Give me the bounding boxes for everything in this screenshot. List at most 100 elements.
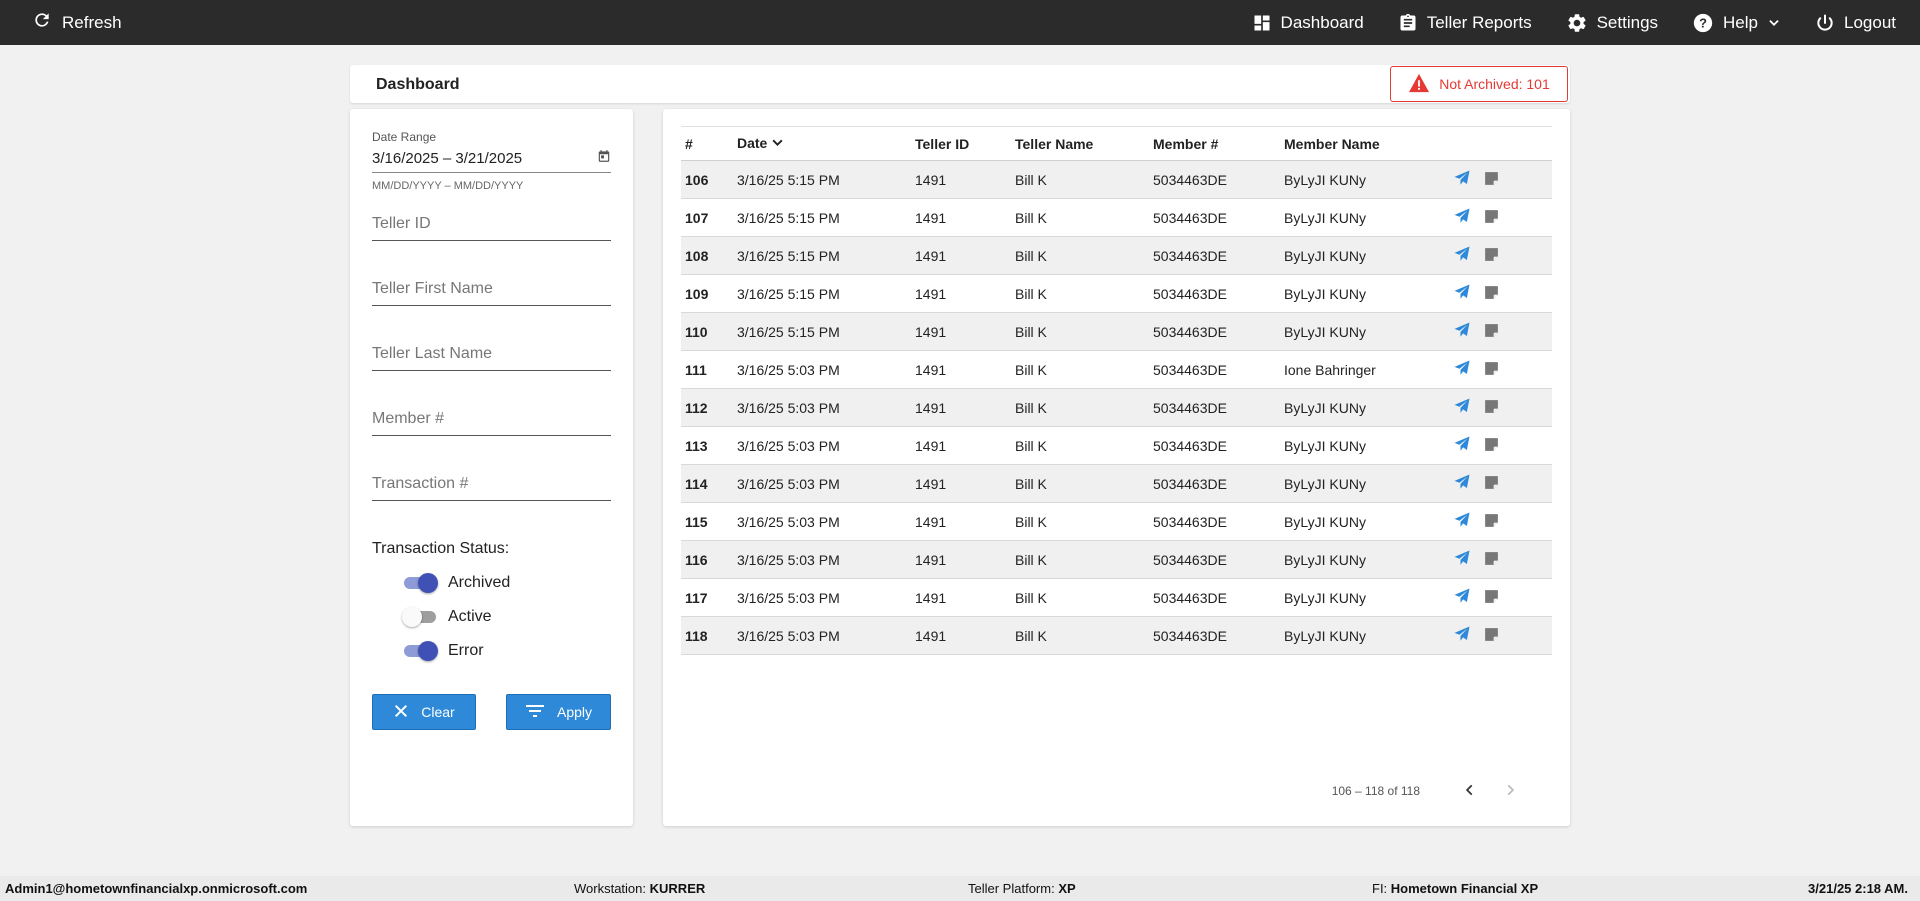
note-icon[interactable] <box>1483 436 1500 453</box>
nav-teller-reports[interactable]: Teller Reports <box>1398 13 1532 33</box>
calendar-icon[interactable] <box>597 149 611 167</box>
active-toggle[interactable] <box>402 607 438 627</box>
send-icon[interactable] <box>1453 397 1471 415</box>
teller-last-name-input[interactable] <box>372 345 611 368</box>
nav-dashboard[interactable]: Dashboard <box>1252 13 1364 33</box>
send-icon[interactable] <box>1453 283 1471 301</box>
chevron-left-icon <box>1463 783 1477 800</box>
cell-actions <box>1449 312 1552 351</box>
column-header-member-number[interactable]: Member # <box>1149 126 1280 161</box>
cell-teller-id: 1491 <box>911 350 1011 389</box>
cell-date: 3/16/25 5:03 PM <box>733 388 911 427</box>
next-page-button[interactable] <box>1490 779 1530 803</box>
transactions-table: # Date Teller ID Teller Name Member # Me… <box>681 126 1552 655</box>
power-icon <box>1815 13 1835 33</box>
note-icon[interactable] <box>1483 474 1500 491</box>
date-range-field[interactable]: Date Range 3/16/2025 – 3/21/2025 MM/DD/Y… <box>372 130 611 192</box>
send-icon[interactable] <box>1453 359 1471 377</box>
table-row[interactable]: 113 3/16/25 5:03 PM 1491 Bill K 5034463DE ByL… <box>681 426 1552 465</box>
column-header-teller-name[interactable]: Teller Name <box>1011 126 1149 161</box>
filter-icon <box>525 704 545 721</box>
note-icon[interactable] <box>1483 512 1500 529</box>
transaction-number-field[interactable] <box>372 475 611 501</box>
send-icon[interactable] <box>1453 549 1471 567</box>
cell-date: 3/16/25 5:03 PM <box>733 350 911 389</box>
note-icon[interactable] <box>1483 398 1500 415</box>
note-icon[interactable] <box>1483 588 1500 605</box>
table-row[interactable]: 111 3/16/25 5:03 PM 1491 Bill K 5034463DE Ion… <box>681 350 1552 389</box>
cell-number: 118 <box>681 616 733 655</box>
send-icon[interactable] <box>1453 511 1471 529</box>
gear-icon <box>1566 12 1588 34</box>
table-row[interactable]: 108 3/16/25 5:15 PM 1491 Bill K 5034463DE ByL… <box>681 236 1552 275</box>
footer-fi-value: Hometown Financial XP <box>1390 881 1539 896</box>
table-body: 106 3/16/25 5:15 PM 1491 Bill K 5034463DE ByL… <box>681 160 1552 655</box>
cell-teller-name: Bill K <box>1011 274 1149 313</box>
teller-last-name-field[interactable] <box>372 345 611 371</box>
refresh-icon <box>32 10 52 35</box>
note-icon[interactable] <box>1483 360 1500 377</box>
cell-teller-name: Bill K <box>1011 426 1149 465</box>
member-number-field[interactable] <box>372 410 611 436</box>
table-row[interactable]: 106 3/16/25 5:15 PM 1491 Bill K 5034463DE ByL… <box>681 160 1552 199</box>
table-row[interactable]: 110 3/16/25 5:15 PM 1491 Bill K 5034463DE ByL… <box>681 312 1552 351</box>
apply-button[interactable]: Apply <box>506 694 611 730</box>
clear-button[interactable]: Clear <box>372 694 476 730</box>
table-row[interactable]: 114 3/16/25 5:03 PM 1491 Bill K 5034463DE ByL… <box>681 464 1552 503</box>
column-header-teller-id[interactable]: Teller ID <box>911 126 1011 161</box>
column-header-number[interactable]: # <box>681 126 733 161</box>
footer-platform-value: XP <box>1058 881 1076 896</box>
note-icon[interactable] <box>1483 550 1500 567</box>
transaction-number-input[interactable] <box>372 475 611 498</box>
cell-member-number: 5034463DE <box>1149 616 1280 655</box>
note-icon[interactable] <box>1483 626 1500 643</box>
note-icon[interactable] <box>1483 208 1500 225</box>
nav-logout[interactable]: Logout <box>1815 13 1896 33</box>
teller-id-input[interactable] <box>372 215 611 238</box>
nav-teller-reports-label: Teller Reports <box>1426 12 1532 32</box>
cell-member-name: Ione Bahringer <box>1280 350 1449 389</box>
send-icon[interactable] <box>1453 435 1471 453</box>
date-range-value[interactable]: 3/16/2025 – 3/21/2025 <box>372 150 522 167</box>
table-row[interactable]: 118 3/16/25 5:03 PM 1491 Bill K 5034463DE ByL… <box>681 616 1552 655</box>
teller-first-name-field[interactable] <box>372 280 611 306</box>
cell-teller-name: Bill K <box>1011 312 1149 351</box>
nav-help-label: Help <box>1723 12 1758 32</box>
table-row[interactable]: 107 3/16/25 5:15 PM 1491 Bill K 5034463DE ByL… <box>681 198 1552 237</box>
column-header-member-name[interactable]: Member Name <box>1280 126 1449 161</box>
previous-page-button[interactable] <box>1450 779 1490 803</box>
send-icon[interactable] <box>1453 245 1471 263</box>
refresh-button[interactable]: Refresh <box>32 0 122 45</box>
send-icon[interactable] <box>1453 625 1471 643</box>
refresh-label: Refresh <box>62 12 122 32</box>
cell-number: 106 <box>681 160 733 199</box>
table-row[interactable]: 117 3/16/25 5:03 PM 1491 Bill K 5034463DE ByL… <box>681 578 1552 617</box>
note-icon[interactable] <box>1483 170 1500 187</box>
send-icon[interactable] <box>1453 321 1471 339</box>
send-icon[interactable] <box>1453 587 1471 605</box>
teller-id-field[interactable] <box>372 215 611 241</box>
not-archived-alert-button[interactable]: Not Archived: 101 <box>1390 66 1568 102</box>
table-row[interactable]: 109 3/16/25 5:15 PM 1491 Bill K 5034463DE ByL… <box>681 274 1552 313</box>
table-row[interactable]: 116 3/16/25 5:03 PM 1491 Bill K 5034463DE ByL… <box>681 540 1552 579</box>
table-row[interactable]: 115 3/16/25 5:03 PM 1491 Bill K 5034463DE ByL… <box>681 502 1552 541</box>
not-archived-label: Not Archived: 101 <box>1439 76 1550 92</box>
column-header-date[interactable]: Date <box>733 126 911 161</box>
send-icon[interactable] <box>1453 169 1471 187</box>
cell-actions <box>1449 236 1552 275</box>
note-icon[interactable] <box>1483 322 1500 339</box>
note-icon[interactable] <box>1483 246 1500 263</box>
error-toggle[interactable] <box>402 641 438 661</box>
teller-first-name-input[interactable] <box>372 280 611 303</box>
member-number-input[interactable] <box>372 410 611 433</box>
table-row[interactable]: 112 3/16/25 5:03 PM 1491 Bill K 5034463DE ByL… <box>681 388 1552 427</box>
nav-help[interactable]: ? Help <box>1692 12 1781 34</box>
cell-member-number: 5034463DE <box>1149 464 1280 503</box>
nav-logout-label: Logout <box>1844 12 1896 32</box>
nav-settings[interactable]: Settings <box>1566 12 1658 34</box>
send-icon[interactable] <box>1453 207 1471 225</box>
archived-toggle[interactable] <box>402 573 438 593</box>
send-icon[interactable] <box>1453 473 1471 491</box>
note-icon[interactable] <box>1483 284 1500 301</box>
dashboard-icon <box>1252 13 1272 33</box>
